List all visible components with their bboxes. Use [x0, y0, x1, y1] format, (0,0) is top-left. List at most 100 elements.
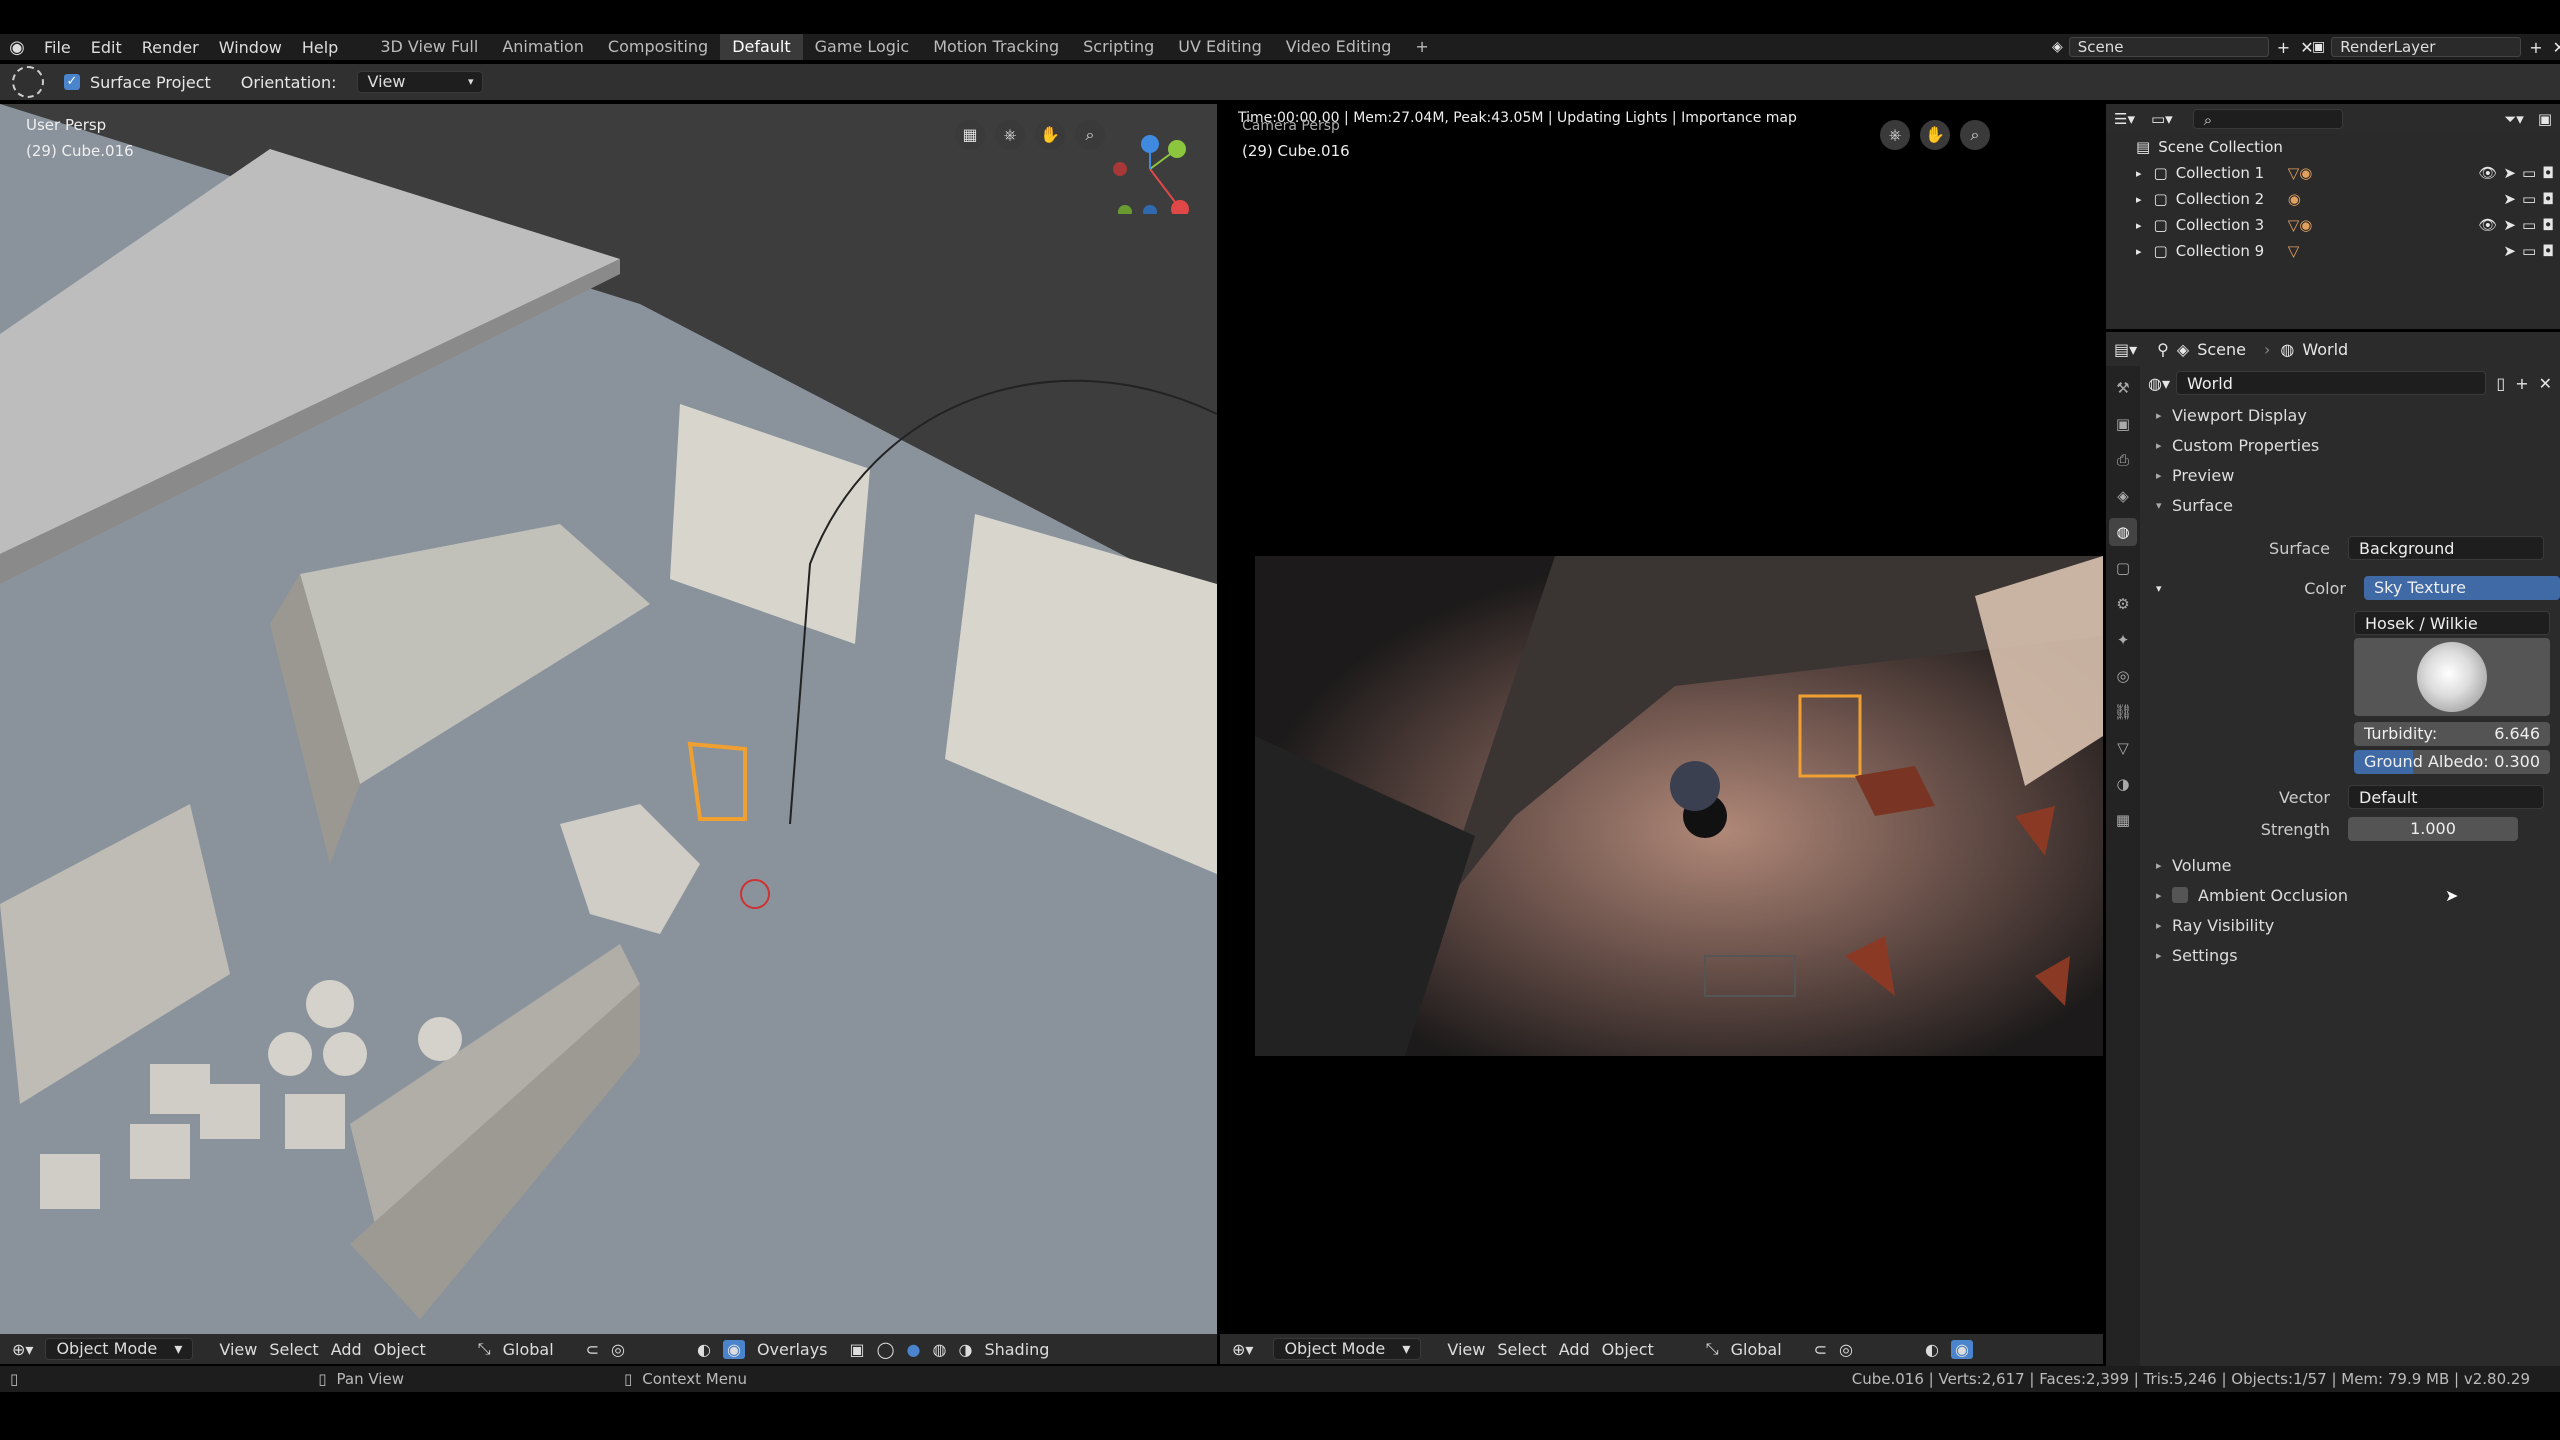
- pan-hand-icon[interactable]: ✋: [1920, 120, 1950, 150]
- panel-volume[interactable]: ▸ Volume: [2140, 850, 2560, 880]
- expand-icon[interactable]: ▸: [2136, 167, 2142, 180]
- shading-wireframe-icon[interactable]: ◯: [877, 1340, 895, 1359]
- select-icon[interactable]: ➤: [2503, 242, 2516, 260]
- eye-icon[interactable]: 👁: [2478, 164, 2497, 182]
- outliner-row-collection-9[interactable]: ▸ ▢ Collection 9 ▽ ➤ ▭ ◘: [2106, 238, 2560, 264]
- object-mode-dropdown[interactable]: Object Mode ▾: [45, 1338, 194, 1360]
- visibility-icon[interactable]: ◐: [697, 1340, 711, 1359]
- grid-toggle-icon[interactable]: ▦: [955, 120, 985, 150]
- proportional-edit-icon[interactable]: ◎: [1839, 1340, 1853, 1359]
- editor-type-icon[interactable]: ☰▾: [2114, 110, 2135, 128]
- tab-uv-editing[interactable]: UV Editing: [1166, 34, 1273, 60]
- outliner-row-collection-1[interactable]: ▸ ▢ Collection 1 ▽◉ 👁 ➤ ▭ ◘: [2106, 160, 2560, 186]
- navigation-gizmo[interactable]: [1105, 124, 1195, 214]
- shading-material-icon[interactable]: ◍: [933, 1340, 947, 1359]
- render-layer-field[interactable]: RenderLayer: [2331, 37, 2522, 57]
- select-icon[interactable]: ➤: [2503, 164, 2516, 182]
- shading-rendered-icon[interactable]: ◑: [958, 1340, 972, 1359]
- shading-dropdown[interactable]: Shading: [984, 1340, 1049, 1359]
- unlink-world-icon[interactable]: ✕: [2539, 374, 2552, 393]
- add-menu[interactable]: Add: [331, 1340, 362, 1359]
- panel-custom-properties[interactable]: ▸ Custom Properties: [2140, 430, 2560, 460]
- transform-orientation-icon[interactable]: ⤡: [1706, 1339, 1719, 1359]
- panel-settings[interactable]: ▸ Settings: [2140, 940, 2560, 970]
- menu-window[interactable]: Window: [209, 38, 292, 57]
- object-menu[interactable]: Object: [374, 1340, 426, 1359]
- render-layer-icon[interactable]: ▣: [2312, 39, 2325, 55]
- pan-hand-icon[interactable]: ✋: [1035, 120, 1065, 150]
- scene-icon[interactable]: ◈: [2052, 39, 2063, 55]
- select-menu[interactable]: Select: [269, 1340, 318, 1359]
- orientation-dropdown[interactable]: View ▾: [356, 71, 483, 93]
- zoom-icon[interactable]: ⌕: [1075, 120, 1105, 150]
- tab-3d-view-full[interactable]: 3D View Full: [368, 34, 490, 60]
- add-scene-icon[interactable]: +: [2277, 38, 2290, 57]
- world-icon[interactable]: ◍▾: [2148, 374, 2170, 393]
- scene-solid-view[interactable]: [0, 104, 1217, 1334]
- new-world-icon[interactable]: +: [2515, 374, 2528, 393]
- object-menu[interactable]: Object: [1602, 1340, 1654, 1359]
- view-menu[interactable]: View: [1447, 1340, 1485, 1359]
- scene-breadcrumb[interactable]: Scene: [2197, 340, 2246, 359]
- editor-type-icon[interactable]: ⊕▾: [1232, 1340, 1253, 1359]
- overlays-dropdown[interactable]: Overlays: [757, 1340, 828, 1359]
- panel-ambient-occlusion[interactable]: ▸ Ambient Occlusion: [2140, 880, 2560, 910]
- new-collection-icon[interactable]: ▣: [2538, 110, 2552, 128]
- panel-preview[interactable]: ▸ Preview: [2140, 460, 2560, 490]
- vector-dropdown[interactable]: Default: [2348, 785, 2544, 809]
- surface-shader-dropdown[interactable]: Background: [2348, 536, 2544, 560]
- viewport-icon[interactable]: ▭: [2522, 164, 2536, 182]
- ground-albedo-field[interactable]: Ground Albedo: 0.300: [2354, 750, 2550, 774]
- world-breadcrumb[interactable]: World: [2302, 340, 2348, 359]
- gizmo-toggle-icon[interactable]: ◉: [1950, 1339, 1973, 1359]
- color-input-dropdown[interactable]: Sky Texture: [2364, 576, 2560, 600]
- render-tab-icon[interactable]: ▣: [2109, 410, 2137, 438]
- add-menu[interactable]: Add: [1559, 1340, 1590, 1359]
- constraints-tab-icon[interactable]: ⛓: [2109, 698, 2137, 726]
- proportional-edit-icon[interactable]: ◎: [611, 1340, 625, 1359]
- display-mode-icon[interactable]: ▭▾: [2151, 110, 2173, 128]
- filter-icon[interactable]: ⏷▾: [2504, 110, 2524, 128]
- snap-icon[interactable]: ⊂: [586, 1340, 599, 1359]
- output-tab-icon[interactable]: ⎙: [2109, 446, 2137, 474]
- tab-game-logic[interactable]: Game Logic: [803, 34, 922, 60]
- strength-field[interactable]: 1.000: [2348, 817, 2518, 841]
- scene-field[interactable]: Scene: [2068, 37, 2269, 57]
- transform-orientation-dropdown[interactable]: Global: [503, 1340, 554, 1359]
- select-menu[interactable]: Select: [1497, 1340, 1546, 1359]
- tab-default[interactable]: Default: [720, 34, 803, 60]
- expand-icon[interactable]: ▸: [2136, 219, 2142, 232]
- material-tab-icon[interactable]: ◑: [2109, 770, 2137, 798]
- eye-icon[interactable]: 👁: [2478, 216, 2497, 234]
- expand-icon[interactable]: ▸: [2136, 245, 2142, 258]
- viewport-right-render[interactable]: Time:00:00.00 | Mem:27.04M, Peak:43.05M …: [1220, 104, 2103, 1334]
- ambient-occlusion-checkbox[interactable]: [2172, 887, 2188, 903]
- scene-tab-icon[interactable]: ◈: [2109, 482, 2137, 510]
- shading-solid-icon[interactable]: ●: [907, 1340, 921, 1359]
- menu-help[interactable]: Help: [292, 38, 348, 57]
- xray-icon[interactable]: ▣: [850, 1340, 865, 1359]
- select-icon[interactable]: ➤: [2503, 216, 2516, 234]
- panel-viewport-display[interactable]: ▸ Viewport Display: [2140, 400, 2560, 430]
- transform-orientation-icon[interactable]: ⤡: [478, 1339, 491, 1359]
- blender-logo-icon[interactable]: ◉: [0, 37, 34, 58]
- scene-collection-row[interactable]: ▤ Scene Collection: [2106, 134, 2560, 160]
- tab-video-editing[interactable]: Video Editing: [1274, 34, 1404, 60]
- object-tab-icon[interactable]: ▢: [2109, 554, 2137, 582]
- menu-render[interactable]: Render: [132, 38, 209, 57]
- gizmo-toggle-icon[interactable]: ◉: [722, 1339, 745, 1359]
- viewport-icon[interactable]: ▭: [2522, 216, 2536, 234]
- particles-tab-icon[interactable]: ✦: [2109, 626, 2137, 654]
- viewport-left[interactable]: User Persp (29) Cube.016 ▦ ⎈ ✋ ⌕: [0, 104, 1217, 1334]
- remove-render-layer-icon[interactable]: ✕: [2553, 38, 2560, 57]
- visibility-icon[interactable]: ◐: [1925, 1340, 1939, 1359]
- modifier-tab-icon[interactable]: ⚙: [2109, 590, 2137, 618]
- transform-orientation-dropdown[interactable]: Global: [1731, 1340, 1782, 1359]
- tab-scripting[interactable]: Scripting: [1071, 34, 1166, 60]
- outliner-row-collection-3[interactable]: ▸ ▢ Collection 3 ▽◉ 👁 ➤ ▭ ◘: [2106, 212, 2560, 238]
- outliner-row-collection-2[interactable]: ▸ ▢ Collection 2 ◉ ➤ ▭ ◘: [2106, 186, 2560, 212]
- pin-icon[interactable]: ⚲: [2157, 340, 2169, 359]
- expand-icon[interactable]: ▸: [2136, 193, 2142, 206]
- add-render-layer-icon[interactable]: +: [2529, 38, 2542, 57]
- sky-preview[interactable]: [2354, 638, 2550, 716]
